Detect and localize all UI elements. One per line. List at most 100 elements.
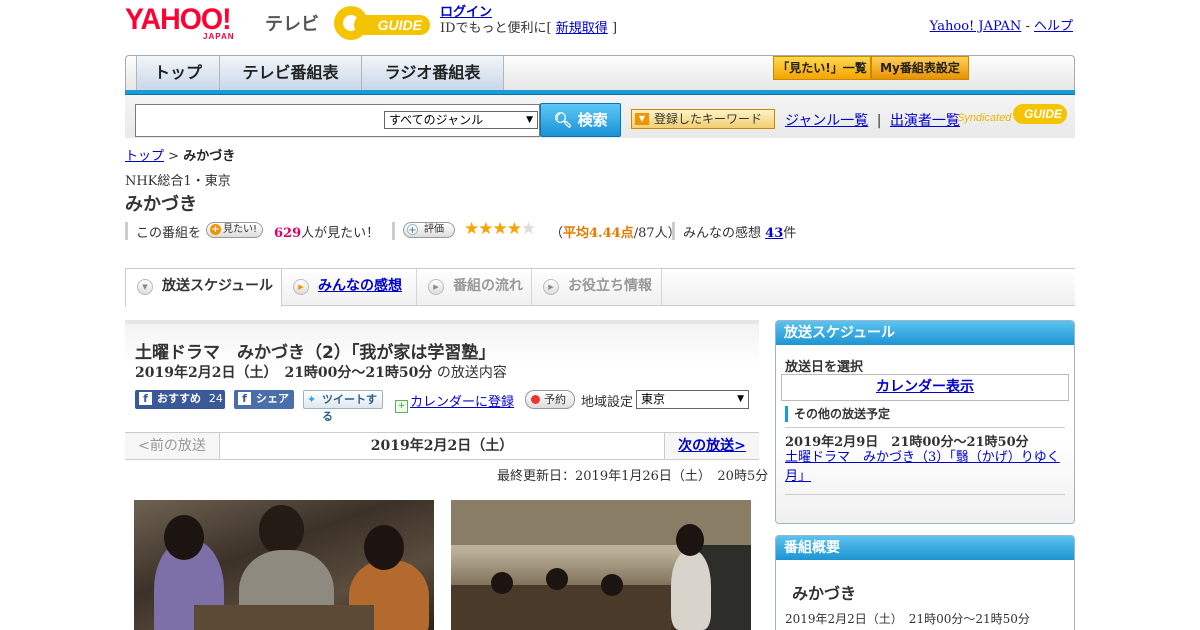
next-episode-link[interactable]: 土曜ドラマ みかづき（3）「翳（かげ）りゆく月」 bbox=[785, 448, 1067, 486]
chevron-down-icon: ▼ bbox=[526, 115, 533, 125]
current-broadcast-date: 2019年2月2日（土） bbox=[220, 433, 664, 459]
search-button[interactable]: 🔍︎ 検索 bbox=[540, 103, 621, 137]
tab-reviews[interactable]: ▶ みんなの感想 bbox=[282, 269, 417, 305]
yahoo-logo[interactable]: YAHOO! JAPAN テレビ bbox=[125, 5, 325, 42]
tab-info[interactable]: ▶ お役立ち情報 bbox=[532, 269, 662, 305]
episode-datetime: 2019年2月2日（土） 21時00分～21時50分 bbox=[135, 365, 433, 381]
rating-average: 平均4.44点 bbox=[563, 226, 634, 241]
facebook-recommend-label: おすすめ bbox=[157, 392, 201, 405]
nav-tab-radio-schedule[interactable]: ラジオ番組表 bbox=[362, 56, 504, 91]
calendar-register[interactable]: + カレンダーに登録 bbox=[395, 391, 514, 413]
search-row: すべてのジャンル ▼ 🔍︎ 検索 ▼ 登録したキーワード ジャンル一覧 | 出演… bbox=[125, 95, 1075, 138]
page-title: みかづき bbox=[125, 194, 197, 215]
play-icon: ▶ bbox=[543, 279, 559, 295]
breadcrumb: トップ > みかづき bbox=[125, 145, 235, 164]
star-icon: ★ bbox=[478, 219, 493, 239]
plus-icon: + bbox=[210, 224, 221, 235]
facebook-share-button[interactable]: シェア bbox=[234, 390, 294, 409]
search-icon: 🔍︎ bbox=[553, 111, 573, 129]
watchlist-button[interactable]: 「見たい!」一覧 bbox=[773, 56, 871, 80]
gguide-logo[interactable]: GUIDE bbox=[334, 6, 434, 40]
region-label: 地域設定 bbox=[581, 395, 634, 410]
syndicated-gguide-text: GUIDE bbox=[1013, 104, 1067, 124]
star-icon: ★ bbox=[506, 219, 522, 239]
keyword-button-label: 登録したキーワード bbox=[654, 112, 763, 126]
keyword-button[interactable]: ▼ 登録したキーワード bbox=[631, 109, 775, 129]
summary-sidebar: 番組概要 みかづき 2019年2月2日（土） 21時00分～21時50分 bbox=[775, 535, 1075, 630]
rating-stars: ★★★★★ bbox=[464, 219, 536, 239]
main-nav: トップ テレビ番組表 ラジオ番組表 「見たい!」一覧 My番組表設定 bbox=[125, 55, 1075, 91]
other-schedule-heading: その他の放送予定 bbox=[785, 406, 1065, 422]
my-schedule-button[interactable]: My番組表設定 bbox=[871, 56, 969, 80]
play-icon: ▶ bbox=[293, 279, 309, 295]
watch-count: 629 bbox=[274, 226, 302, 241]
genre-select[interactable]: すべてのジャンル ▼ bbox=[384, 111, 538, 129]
channel-label: NHK総合1・東京 bbox=[125, 174, 231, 189]
genre-list-link[interactable]: ジャンル一覧 bbox=[785, 113, 868, 129]
help-link[interactable]: ヘルプ bbox=[1034, 19, 1073, 34]
login-link[interactable]: ログイン bbox=[440, 5, 492, 20]
region-select[interactable]: 東京 ▼ bbox=[636, 390, 749, 409]
watch-suffix: 人が見たい！ bbox=[301, 226, 380, 241]
breadcrumb-separator: > bbox=[168, 149, 180, 164]
yahoo-japan-link[interactable]: Yahoo! JAPAN bbox=[930, 19, 1022, 34]
tab-label: 放送スケジュール bbox=[162, 278, 274, 294]
facebook-recommend-button[interactable]: おすすめ 24 bbox=[135, 390, 225, 409]
program-stats: この番組を + 見たい! 629人が見たい！ + 評価 ★★★★★ （平均4.4… bbox=[125, 219, 1075, 242]
dropdown-icon: ▼ bbox=[635, 113, 649, 125]
calendar-add-icon: + bbox=[395, 400, 408, 413]
tweet-label: ツイートする bbox=[322, 393, 377, 423]
id-prompt-end: ] bbox=[611, 21, 618, 36]
watch-prefix: この番組を bbox=[136, 226, 202, 241]
photo-figure bbox=[601, 574, 623, 596]
reviews-suffix: 件 bbox=[783, 226, 797, 241]
reviews-count-link[interactable]: 43 bbox=[765, 226, 783, 241]
divider bbox=[785, 427, 1065, 428]
breadcrumb-top-link[interactable]: トップ bbox=[125, 149, 164, 164]
photo-students bbox=[451, 585, 671, 630]
syndicated-label: Syndicated bbox=[957, 112, 1012, 124]
reserve-button[interactable]: 予約 bbox=[525, 390, 575, 409]
photo-figure bbox=[671, 550, 711, 630]
register-link[interactable]: 新規取得 bbox=[556, 21, 608, 36]
schedule-sidebar: 放送スケジュール 放送日を選択 カレンダー表示 その他の放送予定 2019年2月… bbox=[775, 320, 1075, 524]
next-broadcast-link[interactable]: 次の放送> bbox=[664, 433, 759, 459]
watch-chip-button[interactable]: + 見たい! bbox=[206, 222, 264, 238]
rating-chip-button[interactable]: + 評価 bbox=[403, 222, 455, 238]
episode-photo bbox=[451, 500, 751, 630]
photo-figure bbox=[164, 515, 204, 560]
calendar-view-link[interactable]: カレンダー表示 bbox=[876, 379, 974, 395]
tv-label: テレビ bbox=[265, 14, 319, 35]
syndicated-logo: Syndicated GUIDE bbox=[957, 102, 1067, 130]
watch-count-line: 629人が見たい！ bbox=[274, 222, 379, 241]
tab-flow[interactable]: ▶ 番組の流れ bbox=[417, 269, 532, 305]
tweet-button[interactable]: ツイートする bbox=[303, 390, 383, 423]
reviews-prefix: みんなの感想 bbox=[683, 226, 762, 241]
reserve-label: 予約 bbox=[544, 393, 566, 406]
divider bbox=[672, 222, 675, 240]
gguide-logo-text: GUIDE bbox=[354, 15, 430, 35]
tab-label: お役立ち情報 bbox=[568, 278, 652, 294]
divider bbox=[785, 494, 1065, 495]
schedule-sidebar-title: 放送スケジュール bbox=[776, 321, 1074, 345]
quick-links: ジャンル一覧 | 出演者一覧 bbox=[785, 110, 960, 130]
rating-open: （ bbox=[550, 226, 564, 241]
rating-summary: （平均4.44点/87人） bbox=[550, 222, 681, 241]
photo-figure bbox=[364, 525, 404, 570]
episode-panel: 土曜ドラマ みかづき（2）「我が家は学習塾」 2019年2月2日（土） 21時0… bbox=[125, 320, 759, 460]
cast-list-link[interactable]: 出演者一覧 bbox=[890, 113, 960, 129]
photo-figure bbox=[676, 524, 704, 556]
calendar-register-link[interactable]: カレンダーに登録 bbox=[410, 395, 514, 410]
tab-schedule[interactable]: ▼ 放送スケジュール bbox=[125, 269, 282, 307]
login-area: ログイン IDでもっと便利に[ 新規取得 ] bbox=[440, 5, 617, 37]
watch-chip-label: 見たい! bbox=[223, 224, 258, 235]
star-icon: ★ bbox=[464, 219, 479, 239]
chevron-down-icon: ▼ bbox=[737, 394, 744, 404]
previous-broadcast-link[interactable]: <前の放送 bbox=[125, 433, 220, 459]
photo-ceiling bbox=[451, 500, 751, 545]
program-tabs: ▼ 放送スケジュール ▶ みんなの感想 ▶ 番組の流れ ▶ お役立ち情報 bbox=[125, 268, 1075, 307]
episode-time-line: 2019年2月2日（土） 21時00分～21時50分 の放送内容 bbox=[135, 362, 507, 382]
nav-tab-top[interactable]: トップ bbox=[136, 56, 220, 91]
nav-tab-tv-schedule[interactable]: テレビ番組表 bbox=[220, 56, 362, 91]
facebook-share-label: シェア bbox=[256, 392, 289, 405]
